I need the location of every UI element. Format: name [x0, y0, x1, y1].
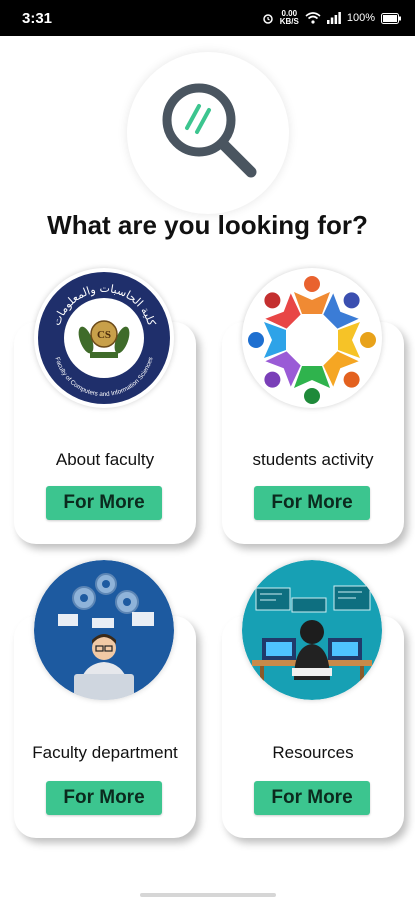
home-indicator[interactable]	[140, 893, 276, 897]
status-time: 3:31	[22, 9, 53, 27]
alarm-icon	[262, 12, 274, 24]
card-title-resources: Resources	[272, 743, 354, 762]
status-bar: 3:31 0.00 KB/S 100%	[0, 0, 415, 36]
about-faculty-for-more-button[interactable]: For More	[46, 486, 162, 520]
signal-icon	[326, 12, 341, 24]
department-illustration	[34, 560, 174, 700]
page-title: What are you looking for?	[47, 210, 368, 240]
students-activity-for-more-button[interactable]: For More	[254, 486, 370, 520]
people-circle-icon	[242, 268, 382, 408]
faculty-department-for-more-button[interactable]: For More	[46, 781, 162, 815]
card-title-students-activity: students activity	[252, 450, 374, 469]
card-title-faculty-department: Faculty department	[32, 743, 178, 762]
card-title-about-faculty: About faculty	[55, 450, 155, 469]
net-speed-unit: KB/S	[279, 17, 299, 26]
status-icons: 0.00 KB/S 100%	[262, 10, 401, 26]
battery-level: 100%	[346, 12, 375, 24]
battery-icon	[381, 12, 401, 24]
hero-badge	[127, 52, 289, 214]
net-speed: 0.00 KB/S	[280, 10, 299, 26]
logo-cs-badge: CS	[97, 329, 111, 341]
faculty-logo: كلية الحاسبات والمعلومات Faculty of Comp…	[34, 268, 174, 408]
magnifying-glass-icon	[162, 83, 257, 178]
resources-for-more-button[interactable]: For More	[254, 781, 370, 815]
resources-illustration	[242, 560, 382, 700]
wifi-icon	[305, 12, 321, 24]
